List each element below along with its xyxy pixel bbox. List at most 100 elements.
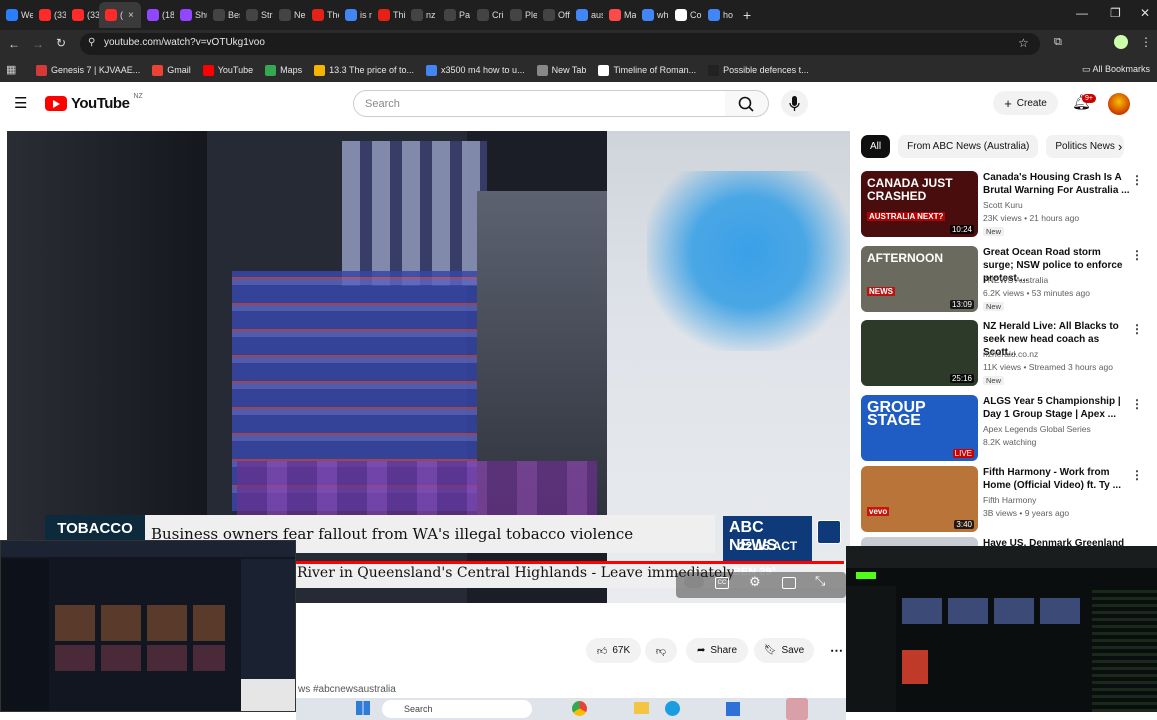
recommended-video-title[interactable]: Canada's Housing Crash Is A Brutal Warni… bbox=[983, 171, 1131, 197]
taskbar-search[interactable]: Search bbox=[382, 700, 532, 718]
video-thumbnail[interactable]: 25:16 bbox=[861, 320, 978, 386]
browser-tab[interactable]: wh bbox=[636, 2, 669, 28]
new-tab-icon[interactable]: + bbox=[743, 7, 751, 23]
youtube-logo[interactable]: YouTube NZ bbox=[45, 93, 143, 112]
bookmark-star-icon[interactable]: ☆ bbox=[1018, 36, 1029, 50]
windows-start-icon[interactable] bbox=[356, 701, 370, 715]
browser-tab[interactable]: Pa bbox=[438, 2, 471, 28]
recommended-video-title[interactable]: ALGS Year 5 Championship | Day 1 Group S… bbox=[983, 395, 1131, 421]
recommended-video-title[interactable]: Fifth Harmony - Work from Home (Official… bbox=[983, 466, 1131, 492]
all-bookmarks[interactable]: ▭ All Bookmarks bbox=[1082, 64, 1150, 75]
bookmark-item[interactable]: New Tab bbox=[536, 64, 586, 76]
browser-tab[interactable]: (33 bbox=[33, 2, 66, 28]
recommended-video[interactable]: Have US, Denmark Greenland bbox=[861, 537, 1151, 546]
close-window-icon[interactable]: ✕ bbox=[1140, 6, 1150, 20]
browser-tab[interactable]: The bbox=[306, 2, 339, 28]
create-button[interactable]: + Create bbox=[993, 91, 1058, 115]
menu-icon[interactable]: ⋮ bbox=[1140, 35, 1152, 49]
file-explorer-icon[interactable] bbox=[634, 702, 649, 714]
apps-grid-icon[interactable]: ▦ bbox=[6, 63, 16, 76]
browser-tab[interactable]: Shu bbox=[174, 2, 207, 28]
tab-favicon-icon bbox=[213, 9, 225, 21]
bookmark-item[interactable]: Gmail bbox=[152, 64, 191, 76]
search-button[interactable] bbox=[725, 90, 769, 117]
miniplayer-icon[interactable] bbox=[782, 577, 796, 589]
recommended-video[interactable]: CANADA JUST CRASHED AUSTRALIA NEXT? 10:24 C… bbox=[861, 171, 1151, 239]
video-thumbnail[interactable] bbox=[861, 537, 978, 546]
bookmark-item[interactable]: YouTube bbox=[202, 64, 253, 76]
more-options-icon[interactable]: ⋮ bbox=[1131, 173, 1143, 187]
video-thumbnail[interactable]: CANADA JUST CRASHED AUSTRALIA NEXT? 10:24 bbox=[861, 171, 978, 237]
chips-next-icon[interactable]: › bbox=[1118, 139, 1122, 154]
recommended-video[interactable]: vevo 3:40 Fifth Harmony - Work from Home (… bbox=[861, 466, 1151, 534]
bookmark-item[interactable]: x3500 m4 how to u... bbox=[426, 64, 525, 76]
browser-tab[interactable]: Ma bbox=[603, 2, 636, 28]
filter-chip[interactable]: All bbox=[861, 135, 891, 158]
recommended-video[interactable]: GROUP STAGE LIVE ALGS Year 5 Championship … bbox=[861, 395, 1151, 463]
browser-tab[interactable]: (33 bbox=[66, 2, 99, 28]
browser-tab[interactable]: Cri bbox=[471, 2, 504, 28]
recommended-video-title[interactable]: Have US, Denmark Greenland bbox=[983, 537, 1131, 546]
browser-tab[interactable]: is n bbox=[339, 2, 372, 28]
browser-tab[interactable]: aus bbox=[570, 2, 603, 28]
more-options-icon[interactable]: ⋮ bbox=[1131, 468, 1143, 482]
close-tab-icon[interactable]: × bbox=[128, 10, 134, 21]
maximize-icon[interactable]: ❐ bbox=[1110, 6, 1121, 20]
video-thumbnail[interactable]: vevo 3:40 bbox=[861, 466, 978, 532]
search-input[interactable]: Search bbox=[353, 90, 726, 117]
profile-icon[interactable] bbox=[1114, 35, 1128, 49]
save-button[interactable]: 🔖︎ Save bbox=[754, 638, 814, 663]
browser-tab[interactable]: Thi bbox=[372, 2, 405, 28]
video-thumbnail[interactable]: AFTERNOON NEWS 13:09 bbox=[861, 246, 978, 312]
site-info-icon[interactable]: ⚲ bbox=[88, 37, 95, 48]
browser-tab[interactable]: Co bbox=[669, 2, 702, 28]
browser-tab[interactable]: Stra bbox=[240, 2, 273, 28]
browser-tab[interactable]: ho bbox=[702, 2, 735, 28]
browser-tab[interactable]: (18 bbox=[141, 2, 174, 28]
more-options-icon[interactable]: ⋮ bbox=[1131, 248, 1143, 262]
forward-icon[interactable]: → bbox=[32, 37, 44, 51]
back-icon[interactable]: ← bbox=[8, 37, 20, 51]
recommended-video[interactable]: AFTERNOON NEWS 13:09 Great Ocean Road storm… bbox=[861, 246, 1151, 314]
account-avatar[interactable] bbox=[1108, 93, 1130, 115]
browser-tab[interactable]: (× bbox=[99, 2, 141, 28]
settings-gear-icon[interactable]: ⚙ bbox=[749, 574, 761, 590]
captions-icon[interactable]: CC bbox=[715, 577, 729, 589]
url-text[interactable]: youtube.com/watch?v=vOTUkg1voo bbox=[104, 37, 265, 48]
more-options-icon[interactable]: ⋮ bbox=[1131, 397, 1143, 411]
app-taskbar-icon[interactable] bbox=[786, 698, 808, 720]
hamburger-menu-icon[interactable]: ☰ bbox=[14, 94, 27, 112]
dislike-button[interactable]: 👎︎ bbox=[645, 638, 677, 663]
minimize-icon[interactable]: — bbox=[1076, 6, 1088, 20]
chrome-taskbar-icon[interactable] bbox=[572, 701, 587, 716]
share-button[interactable]: ➦ Share bbox=[686, 638, 748, 663]
like-button[interactable]: 👍︎ 67K bbox=[586, 638, 641, 663]
store-icon[interactable] bbox=[726, 702, 740, 716]
more-actions-icon[interactable]: ⋯ bbox=[830, 643, 843, 659]
video-progress-bar[interactable] bbox=[296, 561, 850, 564]
bookmark-item[interactable]: Genesis 7 | KJVAAE... bbox=[36, 64, 140, 76]
browser-tab[interactable]: Ple bbox=[504, 2, 537, 28]
filter-chip[interactable]: From ABC News (Australia) bbox=[898, 135, 1039, 158]
recommended-video[interactable]: 25:16 NZ Herald Live: All Blacks to seek … bbox=[861, 320, 1151, 388]
browser-tab[interactable]: We bbox=[0, 2, 33, 28]
bookmark-item[interactable]: Possible defences t... bbox=[708, 64, 809, 76]
browser-tab[interactable]: nz bbox=[405, 2, 438, 28]
filter-chip[interactable]: Politics News bbox=[1046, 135, 1124, 158]
browser-tab[interactable]: Off bbox=[537, 2, 570, 28]
browser-tab[interactable]: Bes bbox=[207, 2, 240, 28]
voice-search-button[interactable] bbox=[781, 90, 808, 117]
fullscreen-icon[interactable]: ⤡ bbox=[815, 573, 825, 589]
address-bar[interactable]: ⚲ youtube.com/watch?v=vOTUkg1voo ☆ bbox=[80, 33, 1040, 55]
browser-tab[interactable]: Ne bbox=[273, 2, 306, 28]
bookmark-item[interactable]: Maps bbox=[265, 64, 302, 76]
bookmark-item[interactable]: Timeline of Roman... bbox=[598, 64, 696, 76]
bookmark-item[interactable]: 13.3 The price of to... bbox=[314, 64, 414, 76]
video-thumbnail[interactable]: GROUP STAGE LIVE bbox=[861, 395, 978, 461]
more-options-icon[interactable]: ⋮ bbox=[1131, 322, 1143, 336]
edge-icon[interactable] bbox=[665, 701, 680, 716]
autoplay-toggle-icon[interactable] bbox=[684, 576, 704, 588]
extensions-icon[interactable]: ⧉ bbox=[1054, 36, 1062, 49]
reload-icon[interactable]: ↻ bbox=[56, 36, 66, 50]
create-label: Create bbox=[1016, 97, 1047, 109]
